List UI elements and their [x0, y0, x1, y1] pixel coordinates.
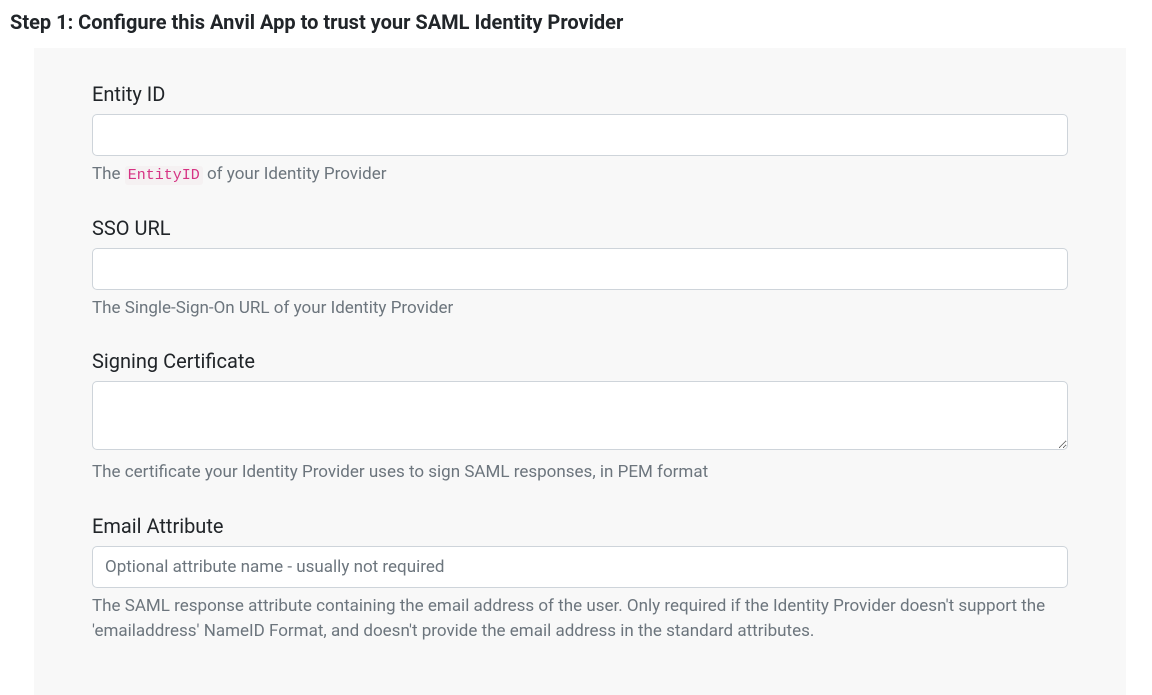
input-email-attr[interactable]: [92, 546, 1068, 588]
help-entity-id-code: EntityID: [125, 166, 203, 185]
help-entity-id-suffix: of your Identity Provider: [203, 164, 387, 184]
help-sso-url: The Single-Sign-On URL of your Identity …: [92, 296, 1068, 322]
form-group-email-attr: Email Attribute The SAML response attrib…: [92, 514, 1068, 645]
label-entity-id: Entity ID: [92, 82, 1068, 106]
config-panel: Entity ID The EntityID of your Identity …: [34, 48, 1126, 695]
textarea-signing-cert[interactable]: [92, 381, 1068, 450]
label-sso-url: SSO URL: [92, 216, 1068, 240]
input-sso-url[interactable]: [92, 248, 1068, 290]
label-email-attr: Email Attribute: [92, 514, 1068, 538]
form-group-entity-id: Entity ID The EntityID of your Identity …: [92, 82, 1068, 188]
label-signing-cert: Signing Certificate: [92, 349, 1068, 373]
help-entity-id-prefix: The: [92, 164, 125, 184]
form-group-signing-cert: Signing Certificate The certificate your…: [92, 349, 1068, 486]
page-title: Step 1: Configure this Anvil App to trus…: [0, 0, 1152, 48]
help-entity-id: The EntityID of your Identity Provider: [92, 162, 1068, 188]
help-email-attr: The SAML response attribute containing t…: [92, 594, 1068, 645]
form-group-sso-url: SSO URL The Single-Sign-On URL of your I…: [92, 216, 1068, 322]
help-signing-cert: The certificate your Identity Provider u…: [92, 460, 1068, 486]
input-entity-id[interactable]: [92, 114, 1068, 156]
